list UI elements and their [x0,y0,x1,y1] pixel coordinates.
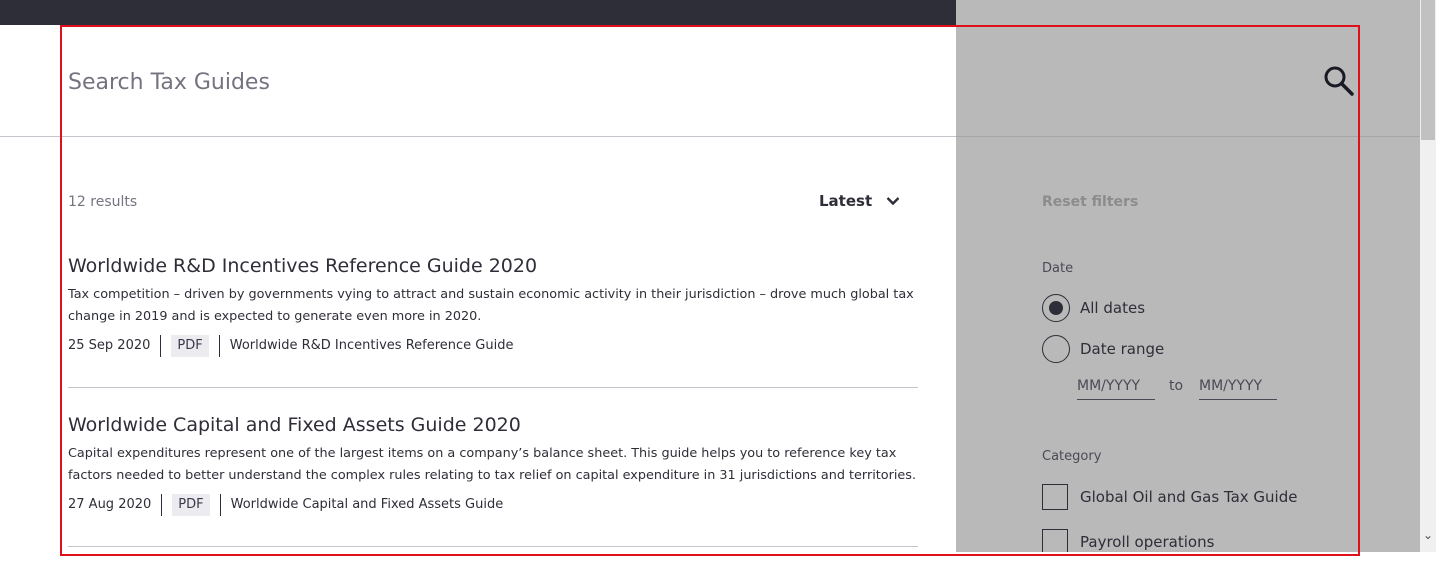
category-checkbox-item[interactable]: Global Oil and Gas Tax Guide [1042,484,1297,510]
checkbox-label: Payroll operations [1080,533,1215,551]
result-meta: 25 Sep 2020 PDF Worldwide R&D Incentives… [68,334,918,358]
result-description: Capital expenditures represent one of th… [68,446,917,483]
date-to-field[interactable]: MM/YYYY [1199,378,1277,400]
radio-label: All dates [1080,299,1146,317]
radio-all-dates[interactable]: All dates [1042,294,1145,322]
checkbox [1042,484,1068,510]
bottom-strip [0,552,1436,582]
result-title[interactable]: Worldwide Capital and Fixed Assets Guide… [68,413,918,437]
radio-label: Date range [1080,340,1165,358]
radio-date-range[interactable]: Date range [1042,335,1164,363]
format-badge: PDF [171,335,209,357]
sort-dropdown[interactable]: Latest [819,192,900,210]
sort-label: Latest [819,192,873,210]
scroll-down-arrow-icon[interactable]: ⌄ [1420,526,1436,544]
result-item: Worldwide R&D Incentives Reference Guide… [68,254,918,388]
search-icon[interactable] [1322,64,1356,98]
result-date: 27 Aug 2020 [68,494,163,516]
results-count: 12 results [68,194,138,210]
result-series: Worldwide R&D Incentives Reference Guide [218,335,513,357]
search-input[interactable] [68,65,928,99]
result-meta: 27 Aug 2020 PDF Worldwide Capital and Fi… [68,493,918,517]
result-title[interactable]: Worldwide R&D Incentives Reference Guide… [68,254,918,278]
radio-button [1042,335,1070,363]
search-bar [0,25,956,137]
result-item: Worldwide Capital and Fixed Assets Guide… [68,413,918,547]
format-badge: PDF [172,494,210,516]
result-date: 25 Sep 2020 [68,335,162,357]
result-description: Tax competition – driven by governments … [68,287,914,324]
chevron-down-icon [886,197,900,206]
category-filter-label: Category [1042,449,1102,464]
result-series: Worldwide Capital and Fixed Assets Guide [219,494,503,516]
date-range-to-label: to [1169,378,1184,394]
reset-filters-button[interactable]: Reset filters [1042,194,1138,210]
radio-button-selected [1042,294,1070,322]
scrollbar-thumb[interactable] [1421,0,1435,140]
checkbox-label: Global Oil and Gas Tax Guide [1080,488,1298,506]
date-from-field[interactable]: MM/YYYY [1077,378,1155,400]
date-filter-label: Date [1042,261,1074,276]
